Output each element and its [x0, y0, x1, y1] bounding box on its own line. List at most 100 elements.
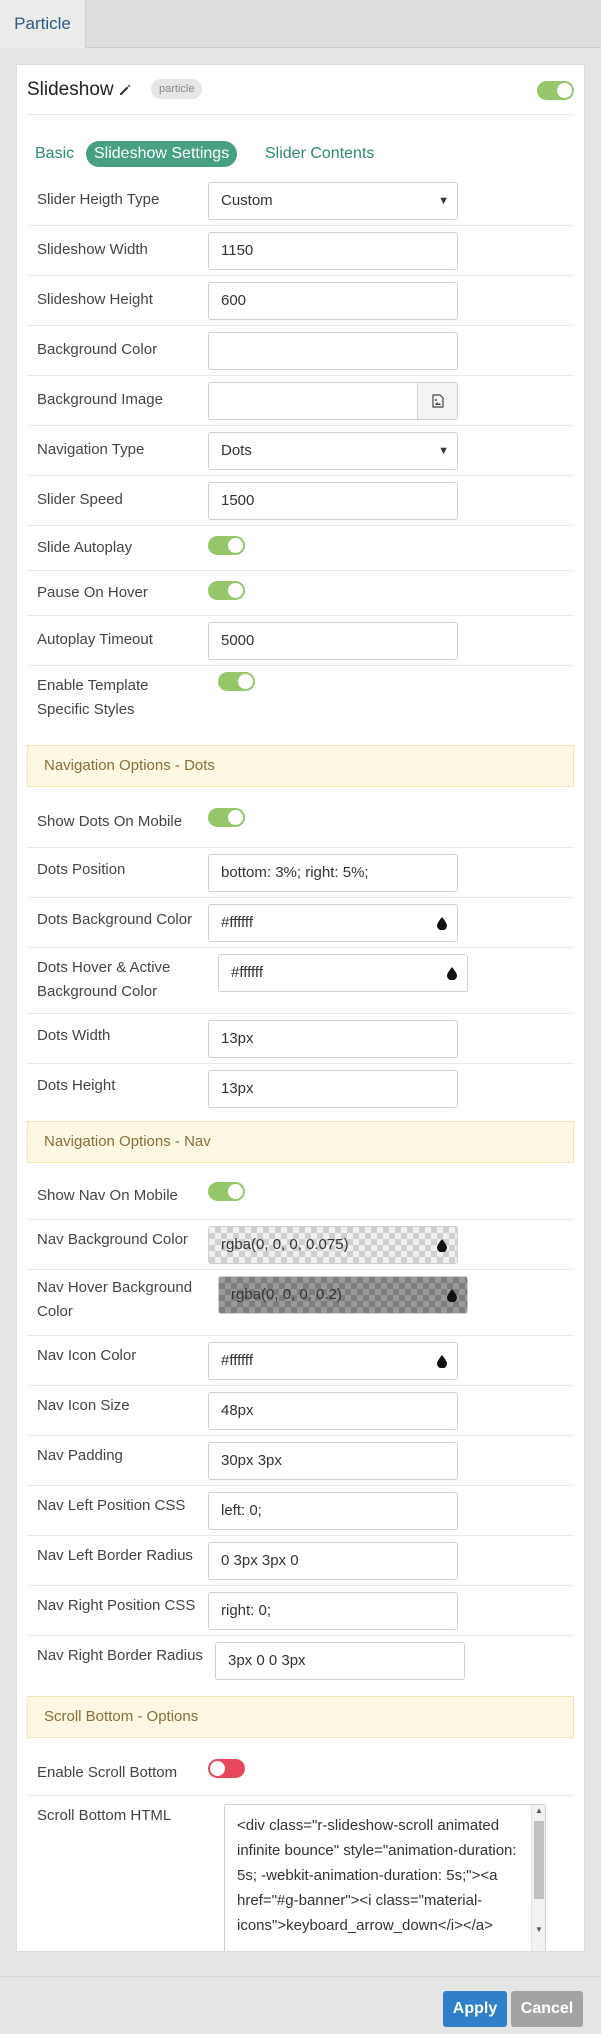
- background-image-input[interactable]: [208, 382, 458, 420]
- label-nav-icon-color: Nav Icon Color: [37, 1347, 137, 1364]
- slideshow-width-input[interactable]: 1150: [208, 232, 458, 270]
- dots-width-input[interactable]: 13px: [208, 1020, 458, 1058]
- row-nav-hover-bg: Nav Hover Background Color rgba(0, 0, 0,…: [27, 1270, 574, 1336]
- slideshow-height-input[interactable]: 600: [208, 282, 458, 320]
- row-background-color: Background Color: [27, 326, 574, 376]
- particle-header: Slideshow particle: [27, 65, 574, 115]
- scroll-bottom-html-textarea[interactable]: <div class="r-slideshow-scroll animated …: [224, 1804, 546, 1951]
- apply-button[interactable]: Apply: [443, 1991, 507, 2027]
- row-slideshow-width: Slideshow Width 1150: [27, 226, 574, 276]
- droplet-icon[interactable]: [437, 917, 447, 930]
- dots-hover-color-input[interactable]: #ffffff: [218, 954, 468, 992]
- tab-particle[interactable]: Particle: [0, 0, 86, 48]
- textarea-scrollbar[interactable]: ▲ ▼: [531, 1805, 545, 1951]
- label-dots-bg-color: Dots Background Color: [37, 911, 193, 928]
- label-nav-left-position: Nav Left Position CSS: [37, 1497, 186, 1514]
- row-autoplay-timeout: Autoplay Timeout 5000: [27, 616, 574, 666]
- slide-autoplay-toggle[interactable]: [208, 536, 245, 555]
- background-color-input[interactable]: [208, 332, 458, 370]
- row-nav-left-radius: Nav Left Border Radius 0 3px 3px 0: [27, 1536, 574, 1586]
- row-nav-bg-color: Nav Background Color rgba(0, 0, 0, 0.075…: [27, 1220, 574, 1270]
- label-dots-height: Dots Height: [37, 1077, 116, 1094]
- label-slider-height-type: Slider Heigth Type: [37, 191, 160, 208]
- label-nav-icon-size: Nav Icon Size: [37, 1397, 130, 1414]
- label-nav-right-position: Nav Right Position CSS: [37, 1597, 196, 1614]
- scroll-up-icon[interactable]: ▲: [535, 1806, 543, 1815]
- section-navigation-nav: Navigation Options - Nav: [27, 1121, 574, 1163]
- label-slideshow-width: Slideshow Width: [37, 241, 148, 258]
- section-scroll-bottom: Scroll Bottom - Options: [27, 1696, 574, 1738]
- chevron-down-icon: ▼: [438, 445, 449, 457]
- dots-position-input[interactable]: bottom: 3%; right: 5%;: [208, 854, 458, 892]
- slider-speed-input[interactable]: 1500: [208, 482, 458, 520]
- tab-basic[interactable]: Basic: [35, 141, 74, 167]
- label-slider-speed: Slider Speed: [37, 491, 123, 508]
- nav-bg-color-input[interactable]: rgba(0, 0, 0, 0.075): [208, 1226, 458, 1264]
- label-dots-hover-color: Dots Hover & Active Background Color: [37, 959, 171, 1000]
- droplet-icon[interactable]: [447, 1289, 457, 1302]
- image-picker-button[interactable]: [417, 383, 457, 419]
- row-slider-height-type: Slider Heigth Type Custom ▼: [27, 176, 574, 226]
- scrollbar-thumb[interactable]: [534, 1821, 544, 1899]
- scroll-down-icon[interactable]: ▼: [535, 1925, 543, 1934]
- slider-height-type-select[interactable]: Custom ▼: [208, 182, 458, 220]
- row-dots-hover-color: Dots Hover & Active Background Color #ff…: [27, 948, 574, 1014]
- row-dots-position: Dots Position bottom: 3%; right: 5%;: [27, 848, 574, 898]
- tab-slider-contents[interactable]: Slider Contents: [265, 141, 374, 167]
- droplet-icon[interactable]: [447, 967, 457, 980]
- droplet-icon[interactable]: [437, 1355, 447, 1368]
- enable-scroll-bottom-toggle[interactable]: [208, 1759, 245, 1778]
- nav-right-radius-input[interactable]: 3px 0 0 3px: [215, 1642, 465, 1680]
- label-background-image: Background Image: [37, 391, 163, 408]
- row-scroll-bottom-html: Scroll Bottom HTML <div class="r-slidesh…: [27, 1796, 574, 1951]
- row-navigation-type: Navigation Type Dots ▼: [27, 426, 574, 476]
- label-slide-autoplay: Slide Autoplay: [37, 539, 133, 556]
- row-slideshow-height: Slideshow Height 600: [27, 276, 574, 326]
- nav-right-position-input[interactable]: right: 0;: [208, 1592, 458, 1630]
- nav-icon-size-input[interactable]: 48px: [208, 1392, 458, 1430]
- show-dots-mobile-toggle[interactable]: [208, 808, 245, 827]
- particle-panel: Slideshow particle Basic Slideshow Setti…: [16, 64, 585, 1952]
- modal-footer: Apply Cancel: [0, 1976, 601, 2034]
- label-nav-hover-bg: Nav Hover Background Color: [37, 1279, 193, 1320]
- chevron-down-icon: ▼: [438, 195, 449, 207]
- row-pause-on-hover: Pause On Hover: [27, 571, 574, 616]
- row-dots-height: Dots Height 13px: [27, 1064, 574, 1117]
- template-styles-toggle[interactable]: [218, 672, 255, 691]
- label-background-color: Background Color: [37, 341, 158, 358]
- nav-hover-bg-input[interactable]: rgba(0, 0, 0, 0.2): [218, 1276, 468, 1314]
- label-slideshow-height: Slideshow Height: [37, 291, 153, 308]
- nav-left-radius-input[interactable]: 0 3px 3px 0: [208, 1542, 458, 1580]
- row-nav-right-position: Nav Right Position CSS right: 0;: [27, 1586, 574, 1636]
- tab-slideshow-settings[interactable]: Slideshow Settings: [86, 141, 238, 167]
- nav-padding-input[interactable]: 30px 3px: [208, 1442, 458, 1480]
- row-enable-scroll-bottom: Enable Scroll Bottom: [27, 1751, 574, 1796]
- label-nav-bg-color: Nav Background Color: [37, 1231, 188, 1248]
- label-scroll-bottom-html: Scroll Bottom HTML: [37, 1807, 172, 1824]
- dots-bg-color-input[interactable]: #ffffff: [208, 904, 458, 942]
- label-show-nav-mobile: Show Nav On Mobile: [37, 1187, 178, 1204]
- row-nav-padding: Nav Padding 30px 3px: [27, 1436, 574, 1486]
- particle-enabled-toggle[interactable]: [537, 81, 574, 100]
- pencil-icon[interactable]: [118, 83, 132, 97]
- show-nav-mobile-toggle[interactable]: [208, 1182, 245, 1201]
- row-dots-width: Dots Width 13px: [27, 1014, 574, 1064]
- label-nav-left-radius: Nav Left Border Radius: [37, 1547, 193, 1564]
- navigation-type-select[interactable]: Dots ▼: [208, 432, 458, 470]
- row-show-dots-mobile: Show Dots On Mobile: [27, 800, 574, 848]
- label-pause-on-hover: Pause On Hover: [37, 584, 148, 601]
- label-navigation-type: Navigation Type: [37, 441, 145, 458]
- label-dots-width: Dots Width: [37, 1027, 111, 1044]
- droplet-icon[interactable]: [437, 1239, 447, 1252]
- row-dots-bg-color: Dots Background Color #ffffff: [27, 898, 574, 948]
- image-picker-icon: [432, 394, 444, 408]
- scroll-bottom-html-value: <div class="r-slideshow-scroll animated …: [237, 1817, 517, 1934]
- row-template-styles: Enable Template Specific Styles: [27, 666, 574, 732]
- dots-height-input[interactable]: 13px: [208, 1070, 458, 1108]
- nav-icon-color-input[interactable]: #ffffff: [208, 1342, 458, 1380]
- autoplay-timeout-input[interactable]: 5000: [208, 622, 458, 660]
- row-nav-left-position: Nav Left Position CSS left: 0;: [27, 1486, 574, 1536]
- cancel-button[interactable]: Cancel: [511, 1991, 583, 2027]
- pause-on-hover-toggle[interactable]: [208, 581, 245, 600]
- nav-left-position-input[interactable]: left: 0;: [208, 1492, 458, 1530]
